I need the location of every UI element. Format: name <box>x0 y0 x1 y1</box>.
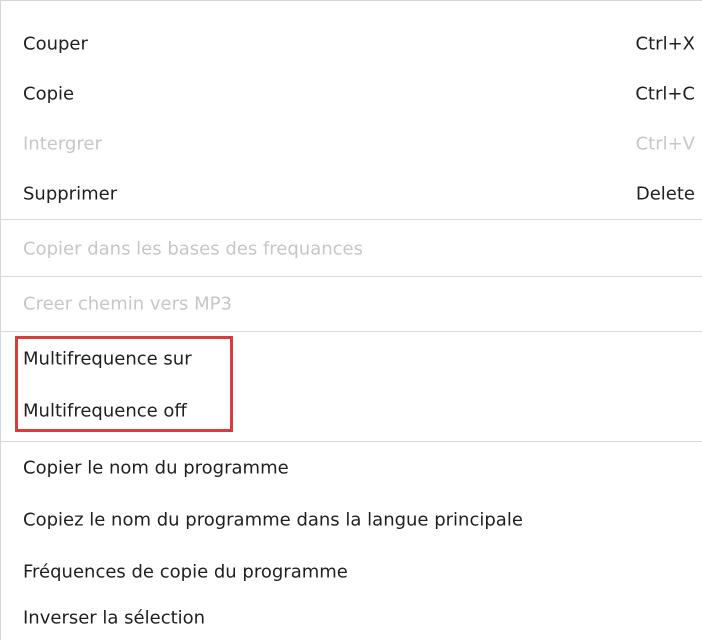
menu-item-label: Intergrer <box>23 133 102 155</box>
menu-item-shortcut: Ctrl+X <box>635 33 695 55</box>
menu-item-label: Multifrequence sur <box>23 348 192 370</box>
menu-item-label: Fréquences de copie du programme <box>23 561 348 583</box>
menu-item-multifrequence-off[interactable]: Multifrequence off <box>1 386 702 436</box>
menu-item-copier-nom-programme[interactable]: Copier le nom du programme <box>1 443 702 493</box>
menu-separator <box>1 276 702 277</box>
menu-item-couper[interactable]: Couper Ctrl+X <box>1 19 702 69</box>
menu-item-copier-nom-langue-principale[interactable]: Copiez le nom du programme dans la langu… <box>1 495 702 545</box>
menu-item-shortcut: Ctrl+V <box>635 133 695 155</box>
menu-item-inverser-selection[interactable]: Inverser la sélection <box>1 593 702 643</box>
menu-item-label: Inverser la sélection <box>23 607 206 629</box>
menu-item-label: Multifrequence off <box>23 400 187 422</box>
menu-item-label: Supprimer <box>23 183 118 205</box>
menu-separator <box>1 441 702 442</box>
menu-item-label: Copie <box>23 83 75 105</box>
menu-item-integrer: Intergrer Ctrl+V <box>1 119 702 169</box>
menu-item-copie[interactable]: Copie Ctrl+C <box>1 69 702 119</box>
menu-item-label: Couper <box>23 33 88 55</box>
menu-separator <box>1 331 702 332</box>
menu-item-copier-bases-frequences: Copier dans les bases des frequances <box>1 224 702 274</box>
menu-item-label: Creer chemin vers MP3 <box>23 293 232 315</box>
menu-separator <box>1 219 702 220</box>
menu-item-shortcut: Delete <box>635 183 695 205</box>
menu-item-supprimer[interactable]: Supprimer Delete <box>1 169 702 219</box>
menu-item-label: Copiez le nom du programme dans la langu… <box>23 509 523 531</box>
context-menu: Couper Ctrl+X Copie Ctrl+C Intergrer Ctr… <box>0 0 702 640</box>
menu-item-label: Copier dans les bases des frequances <box>23 238 363 260</box>
menu-item-shortcut: Ctrl+C <box>635 83 695 105</box>
menu-item-frequences-copie-programme[interactable]: Fréquences de copie du programme <box>1 547 702 597</box>
menu-item-multifrequence-sur[interactable]: Multifrequence sur <box>1 334 702 384</box>
menu-item-creer-chemin-mp3: Creer chemin vers MP3 <box>1 279 702 329</box>
menu-item-label: Copier le nom du programme <box>23 457 289 479</box>
